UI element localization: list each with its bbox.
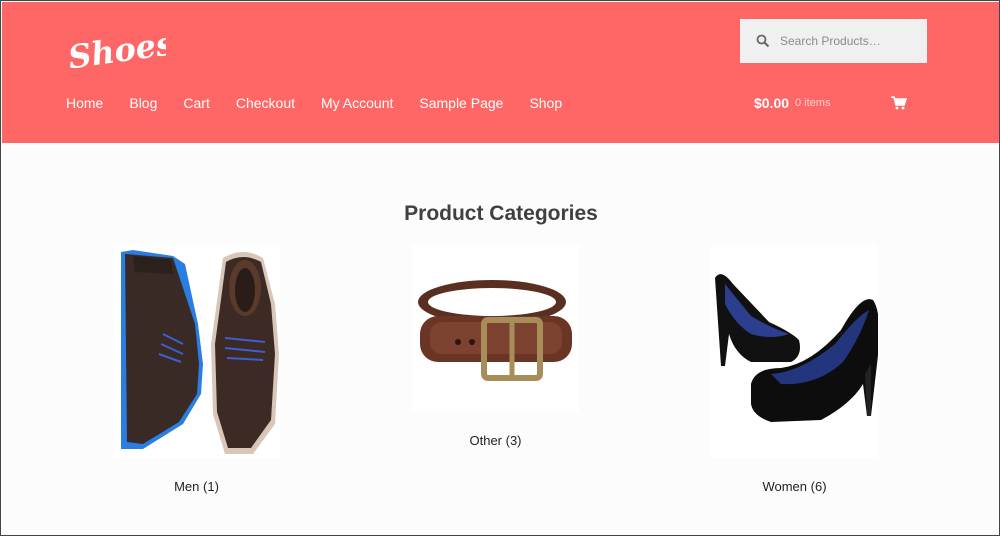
nav-home[interactable]: Home [66,95,103,111]
category-other[interactable]: Other (3) [412,244,579,449]
nav-checkout[interactable]: Checkout [236,95,295,111]
site-header: Shoes! Home Blog Cart Checkout My Accoun… [2,2,999,143]
category-count: (1) [203,479,219,494]
shopping-cart-icon[interactable] [891,96,907,110]
category-name: Men [174,479,200,494]
category-men[interactable]: Men (1) [113,244,280,496]
nav-my-account[interactable]: My Account [321,95,393,111]
search-box[interactable] [740,19,927,63]
cart-total[interactable]: $0.00 [754,95,789,111]
category-count: (3) [505,433,522,448]
category-name: Other [469,433,502,448]
category-women[interactable]: Women (6) [711,244,878,496]
page-title: Product Categories [404,202,598,225]
nav-blog[interactable]: Blog [129,95,157,111]
category-name: Women [762,479,808,494]
category-men-label[interactable]: Men (1) [113,479,280,494]
logo-graphic: Shoes! [66,22,190,76]
site-logo[interactable]: Shoes! [66,18,190,84]
category-other-image[interactable] [412,244,579,411]
logo-text: Shoes! [66,22,166,76]
category-count: (6) [810,479,827,494]
nav-shop[interactable]: Shop [529,95,562,111]
search-input[interactable] [780,34,910,48]
search-icon[interactable] [756,34,770,48]
category-men-image[interactable] [113,244,280,458]
category-women-label[interactable]: Women (6) [711,479,878,494]
nav-cart[interactable]: Cart [183,95,209,111]
category-other-label[interactable]: Other (3) [412,433,579,448]
nav-sample-page[interactable]: Sample Page [419,95,503,111]
category-women-image[interactable] [711,244,878,458]
main-navigation: Home Blog Cart Checkout My Account Sampl… [66,95,588,111]
page-frame: Shoes! Home Blog Cart Checkout My Accoun… [0,0,1000,536]
cart-item-count[interactable]: 0 items [795,97,830,109]
